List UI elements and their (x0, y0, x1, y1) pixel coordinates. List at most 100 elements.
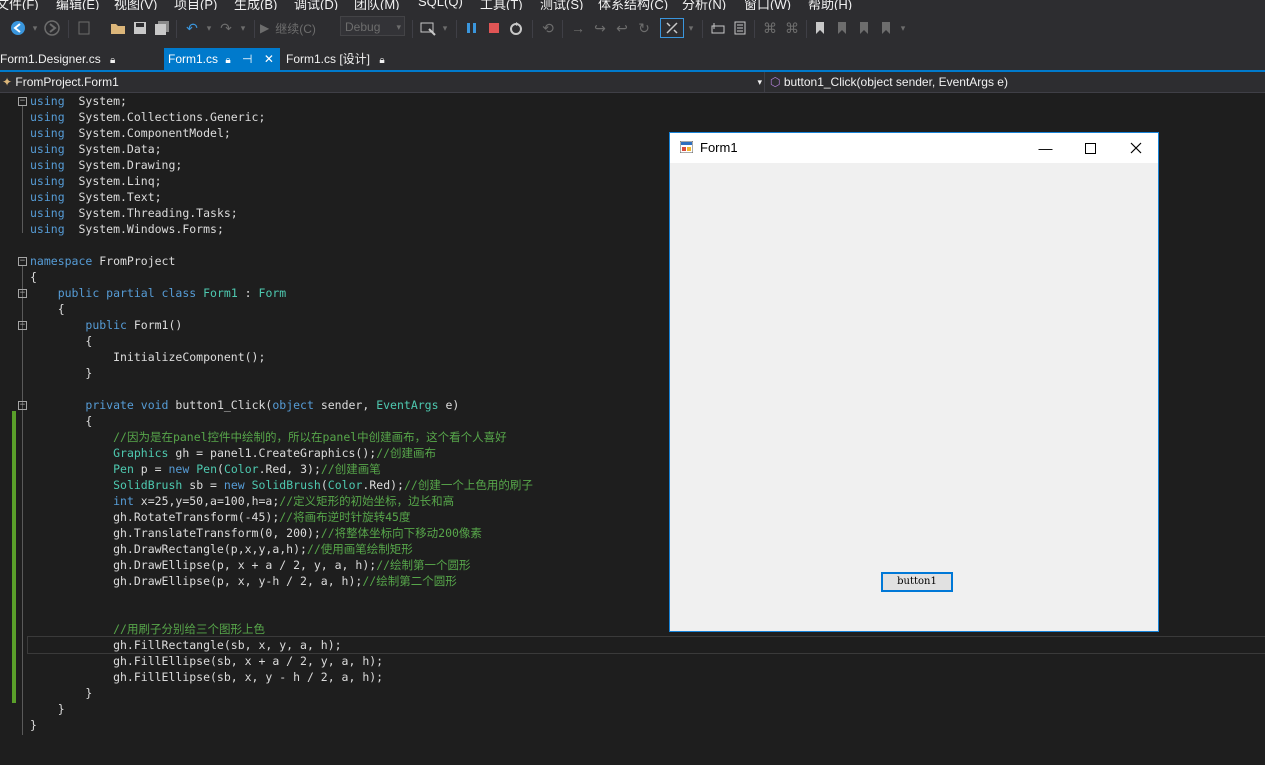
bookmark-icon[interactable] (812, 18, 828, 38)
code-token: { (30, 414, 93, 428)
open-file-icon[interactable] (108, 18, 128, 38)
restart-icon[interactable] (506, 18, 526, 38)
comment-icon[interactable]: ⌘ (760, 18, 780, 38)
collapse-icon[interactable]: − (18, 97, 27, 106)
hex-display-icon[interactable] (660, 18, 684, 38)
save-icon[interactable] (130, 18, 150, 38)
code-token: System.Windows.Forms; (64, 222, 224, 236)
step-into-icon[interactable]: → (568, 18, 588, 38)
menu-item[interactable]: 生成(B) (234, 0, 277, 10)
class-path: FromProject.Form1 (15, 75, 119, 89)
menu-item[interactable]: 文件(F) (0, 0, 39, 10)
redo-icon[interactable]: ↷ (216, 18, 236, 38)
collapse-icon[interactable]: − (18, 401, 27, 410)
undo-icon[interactable]: ↶ (182, 18, 202, 38)
close-icon[interactable]: ✕ (264, 52, 274, 66)
form1-window[interactable]: Form1 ― button1 (669, 132, 1159, 632)
toolbar-overflow-icon[interactable]: ▾ (898, 18, 908, 38)
continue-button[interactable]: ▶ 继续(C) (260, 18, 330, 38)
forward-icon[interactable] (42, 18, 62, 38)
code-token: EventArgs (376, 398, 439, 412)
code-line: using System.Text; (30, 189, 162, 205)
back-icon[interactable] (8, 18, 28, 38)
code-token: using (30, 110, 65, 124)
show-next-statement-icon[interactable]: ⟲ (538, 18, 558, 38)
menu-item[interactable]: 帮助(H) (808, 0, 852, 10)
change-indicator (12, 411, 16, 703)
member-dropdown[interactable]: ⬡ button1_Click(object sender, EventArgs… (770, 72, 1008, 92)
code-token: using (30, 94, 65, 108)
save-all-icon[interactable] (152, 18, 172, 38)
tab-label: Form1.Designer.cs (0, 52, 101, 66)
collapse-icon[interactable]: − (18, 257, 27, 266)
menu-item[interactable]: SQL(Q) (418, 0, 463, 9)
code-token: System.ComponentModel; (64, 126, 231, 140)
menu-item[interactable]: 工具(T) (480, 0, 523, 10)
clear-bookmarks-icon[interactable] (878, 18, 894, 38)
member-name: button1_Click(object sender, EventArgs e… (783, 75, 1008, 89)
tab-form1-cs[interactable]: Form1.cs 🔒︎ ⊣ ✕ (164, 48, 280, 70)
stop-icon[interactable] (484, 18, 504, 38)
process-dropdown-icon[interactable]: ▾ (440, 18, 450, 38)
step-over-icon[interactable]: ↪ (590, 18, 610, 38)
step-out-icon[interactable]: ↩ (612, 18, 632, 38)
code-token: using (30, 142, 65, 156)
redo-dropdown-icon[interactable]: ▾ (238, 18, 248, 38)
pause-icon[interactable] (462, 18, 482, 38)
code-token: int (113, 494, 134, 508)
class-dropdown[interactable]: ✦ FromProject.Form1 ▾ (0, 72, 765, 92)
code-token: gh.DrawEllipse(p, x, y-h / 2, a, h); (30, 574, 363, 588)
code-token: new (223, 478, 245, 492)
code-token: Graphics (113, 446, 169, 460)
code-token: : (237, 286, 259, 300)
menu-item[interactable]: 项目(P) (174, 0, 217, 10)
collapse-icon[interactable]: − (18, 289, 27, 298)
maximize-button[interactable] (1068, 133, 1113, 163)
code-token: System.Collections.Generic; (64, 110, 266, 124)
code-line: gh.TranslateTransform(0, 200);//将整体坐标向下移… (30, 525, 482, 541)
continue-label: 继续(C) (275, 21, 316, 36)
menu-item[interactable]: 视图(V) (114, 0, 157, 10)
code-token: { (30, 270, 37, 284)
back-dropdown-icon[interactable]: ▾ (30, 18, 40, 38)
hex-dropdown-icon[interactable]: ▾ (686, 18, 696, 38)
undo-dropdown-icon[interactable]: ▾ (204, 18, 214, 38)
tab-form1-designer[interactable]: Form1.Designer.cs 🔒︎ (0, 48, 119, 70)
code-token: using (30, 126, 65, 140)
new-project-icon[interactable] (74, 18, 94, 38)
menu-item[interactable]: 团队(M) (354, 0, 400, 10)
code-line: using System.Drawing; (30, 157, 182, 173)
tab-form1-design[interactable]: Form1.cs [设计] 🔒︎ (282, 48, 389, 70)
code-token: gh.DrawRectangle(p,x,y,a,h); (30, 542, 307, 556)
solution-config-select[interactable]: Debug ▾ (340, 16, 405, 36)
run-to-cursor-icon[interactable]: ↻ (634, 18, 654, 38)
minimize-button[interactable]: ― (1023, 133, 1068, 163)
code-token: using (30, 190, 65, 204)
form1-titlebar[interactable]: Form1 ― (670, 133, 1158, 163)
menu-item[interactable]: 测试(S) (540, 0, 583, 10)
code-line: gh.FillEllipse(sb, x + a / 2, y, a, h); (30, 653, 383, 669)
threads-icon[interactable] (730, 18, 750, 38)
code-token: gh.FillRectangle(sb, x, y, a, h); (30, 638, 342, 652)
locals-icon[interactable] (708, 18, 728, 38)
pin-icon[interactable]: ⊣ (242, 52, 252, 66)
menu-item[interactable]: 窗口(W) (744, 0, 791, 10)
next-bookmark-icon[interactable] (856, 18, 872, 38)
prev-bookmark-icon[interactable] (834, 18, 850, 38)
menu-item[interactable]: 调试(D) (294, 0, 338, 10)
menu-item[interactable]: 分析(N) (682, 0, 726, 10)
code-token: //创建一个上色用的刷子 (403, 478, 533, 492)
menu-item[interactable]: 编辑(E) (56, 0, 99, 10)
process-icon[interactable] (418, 18, 438, 38)
uncomment-icon[interactable]: ⌘ (782, 18, 802, 38)
collapse-icon[interactable]: − (18, 321, 27, 330)
code-token: using (30, 206, 65, 220)
button1[interactable]: button1 (881, 572, 953, 592)
lock-icon: 🔒︎ (110, 55, 116, 66)
menu-item[interactable]: 体系结构(C) (598, 0, 668, 10)
close-button[interactable] (1113, 133, 1158, 163)
outline-guide (22, 105, 23, 233)
